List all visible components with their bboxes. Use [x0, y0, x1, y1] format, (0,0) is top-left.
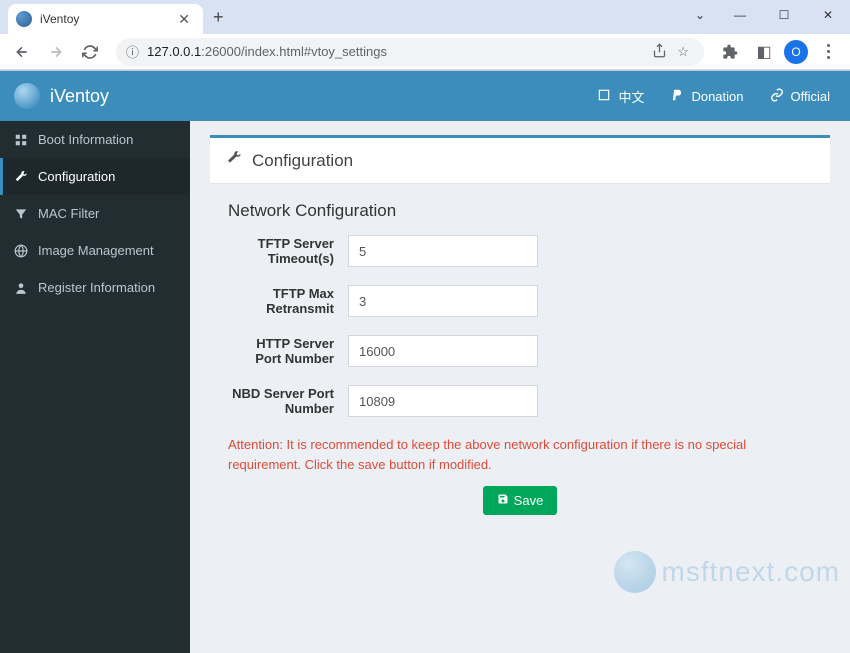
- language-link[interactable]: 中文: [597, 87, 644, 106]
- minimize-button[interactable]: —: [718, 0, 762, 30]
- sidebar-item-label: MAC Filter: [38, 206, 99, 221]
- new-tab-button[interactable]: +: [203, 7, 234, 28]
- page-title: Configuration: [252, 151, 353, 171]
- browser-chrome: iVentoy ✕ + ⌄ — ☐ ✕ ⓘ 127.0.0.1:26000/in…: [0, 0, 850, 71]
- field-label: TFTP Max Retransmit: [228, 286, 348, 316]
- window-controls: ⌄ — ☐ ✕: [682, 0, 850, 30]
- section-title: Network Configuration: [228, 201, 812, 221]
- main-content: Configuration Network Configuration TFTP…: [190, 121, 850, 653]
- back-button[interactable]: [8, 38, 36, 66]
- reload-button[interactable]: [76, 38, 104, 66]
- save-icon: [497, 493, 509, 508]
- extension-badge-icon[interactable]: ◧: [750, 38, 778, 66]
- favicon-icon: [16, 11, 32, 27]
- tab-bar: iVentoy ✕ + ⌄ — ☐ ✕: [0, 0, 850, 34]
- brand-title: iVentoy: [50, 86, 109, 107]
- donation-link[interactable]: Donation: [670, 87, 743, 106]
- field-tftp-retransmit: TFTP Max Retransmit: [210, 285, 830, 317]
- nbd-port-input[interactable]: [348, 385, 538, 417]
- page-header: Configuration: [210, 135, 830, 183]
- wrench-icon: [14, 170, 28, 184]
- tab-title: iVentoy: [40, 12, 175, 26]
- site-info-icon[interactable]: ⓘ: [126, 42, 139, 61]
- tftp-retransmit-input[interactable]: [348, 285, 538, 317]
- sidebar-item-label: Image Management: [38, 243, 154, 258]
- wrench-icon: [226, 150, 242, 171]
- share-icon[interactable]: [647, 43, 672, 61]
- sidebar-item-label: Configuration: [38, 169, 115, 184]
- tab-close-icon[interactable]: ✕: [175, 11, 193, 28]
- save-button[interactable]: Save: [483, 486, 558, 515]
- url-field[interactable]: ⓘ 127.0.0.1:26000/index.html#vtoy_settin…: [116, 38, 704, 66]
- field-http-port: HTTP Server Port Number: [210, 335, 830, 367]
- extensions-icon[interactable]: [716, 38, 744, 66]
- sidebar-item-boot-information[interactable]: Boot Information: [0, 121, 190, 158]
- window-dropdown-icon[interactable]: ⌄: [682, 0, 718, 30]
- browser-tab[interactable]: iVentoy ✕: [8, 4, 203, 34]
- language-icon: [597, 88, 611, 105]
- sidebar-item-label: Register Information: [38, 280, 155, 295]
- divider: [228, 535, 812, 536]
- maximize-button[interactable]: ☐: [762, 0, 806, 30]
- sidebar: Boot Information Configuration MAC Filte…: [0, 121, 190, 653]
- sidebar-item-label: Boot Information: [38, 132, 133, 147]
- globe-icon: [14, 244, 28, 258]
- app-topnav: iVentoy 中文 Donation Official: [0, 71, 850, 121]
- url-text: 127.0.0.1:26000/index.html#vtoy_settings: [147, 44, 647, 59]
- link-icon: [770, 88, 784, 105]
- http-port-input[interactable]: [348, 335, 538, 367]
- filter-icon: [14, 207, 28, 221]
- dashboard-icon: [14, 133, 28, 147]
- field-label: TFTP Server Timeout(s): [228, 236, 348, 266]
- sidebar-item-mac-filter[interactable]: MAC Filter: [0, 195, 190, 232]
- attention-text: Attention: It is recommended to keep the…: [210, 435, 830, 474]
- sidebar-item-image-management[interactable]: Image Management: [0, 232, 190, 269]
- profile-avatar[interactable]: O: [784, 40, 808, 64]
- official-link[interactable]: Official: [770, 87, 831, 106]
- brand-logo-icon: [14, 83, 40, 109]
- address-bar: ⓘ 127.0.0.1:26000/index.html#vtoy_settin…: [0, 34, 850, 70]
- user-icon: [14, 281, 28, 295]
- field-nbd-port: NBD Server Port Number: [210, 385, 830, 417]
- app-body: Boot Information Configuration MAC Filte…: [0, 121, 850, 653]
- field-label: HTTP Server Port Number: [228, 336, 348, 366]
- field-label: NBD Server Port Number: [228, 386, 348, 416]
- sidebar-item-configuration[interactable]: Configuration: [0, 158, 190, 195]
- save-label: Save: [514, 493, 544, 508]
- bookmark-star-icon[interactable]: ☆: [672, 44, 694, 60]
- tftp-timeout-input[interactable]: [348, 235, 538, 267]
- forward-button[interactable]: [42, 38, 70, 66]
- field-tftp-timeout: TFTP Server Timeout(s): [210, 235, 830, 267]
- brand[interactable]: iVentoy: [0, 83, 190, 109]
- paypal-icon: [670, 88, 684, 105]
- sidebar-item-register-information[interactable]: Register Information: [0, 269, 190, 306]
- browser-menu-icon[interactable]: [814, 44, 842, 59]
- close-window-button[interactable]: ✕: [806, 0, 850, 30]
